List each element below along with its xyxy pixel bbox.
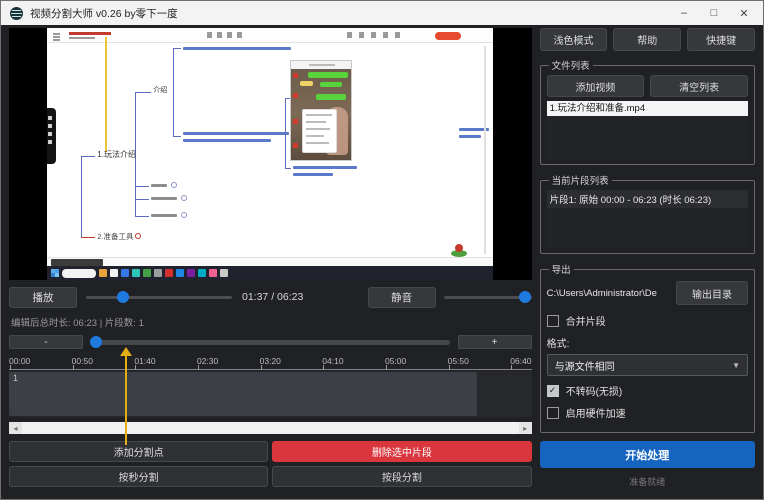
hw-accel-checkbox[interactable] [547,407,559,419]
video-highlight-line [105,37,107,152]
volume-slider[interactable] [444,287,532,307]
ruler-tick: 02:30 [197,354,218,369]
window-title: 视频分割大师 v0.26 by零下一度 [30,6,178,21]
progress-slider-handle[interactable] [117,291,129,303]
format-selected-value: 与源文件相同 [555,358,615,373]
maximize-button[interactable]: □ [699,2,729,24]
format-label: 格式: [547,335,748,350]
ruler-tick: 05:50 [448,354,469,369]
timeline-segment-1[interactable]: 1 [9,372,477,416]
timeline-zoom-slider[interactable] [91,335,450,349]
video-windows-taskbar [47,266,493,280]
ruler-tick: 00:50 [72,354,93,369]
minimize-button[interactable]: – [669,2,699,24]
add-split-point-button[interactable]: 添加分割点 [9,441,268,462]
segment-list-item[interactable]: 片段1: 原始 00:00 - 06:23 (时长 06:23) [547,190,748,208]
no-transcode-label: 不转码(无损) [566,383,623,398]
ruler-tick: 05:00 [385,354,406,369]
video-start-icon [51,269,59,277]
video-side-tab [47,108,56,164]
video-frame: 1.玩法介绍 2.准备工具 介绍 [47,28,493,280]
mindmap-node-1: 1.玩法介绍 [97,150,136,159]
merge-segments-checkbox[interactable] [547,315,559,327]
scrollbar-right-arrow[interactable]: ▸ [519,422,532,434]
delete-segment-button[interactable]: 删除选中片段 [272,441,531,462]
progress-slider[interactable] [86,287,232,307]
video-mindmap-toolbar [47,28,493,43]
no-transcode-checkbox[interactable]: ✓ [547,385,559,397]
format-select[interactable]: 与源文件相同 ▼ [547,354,748,376]
ruler-tick: 06:40 [510,354,531,369]
time-display: 01:37 / 06:23 [232,291,368,303]
app-window: 视频分割大师 v0.26 by零下一度 – □ ✕ [0,0,764,500]
mindmap-node-2: 2.准备工具 [97,232,133,241]
file-list-item[interactable]: 1.玩法介绍和准备.mp4 [547,101,748,116]
export-title: 导出 [549,262,574,276]
split-by-seconds-button[interactable]: 按秒分割 [9,466,268,487]
video-app-statusbar [47,257,493,266]
timeline-ruler: 00:00 00:50 01:40 02:30 03:20 04:10 05:0… [9,354,532,370]
timeline[interactable]: 00:00 00:50 01:40 02:30 03:20 04:10 05:0… [9,354,532,434]
mindmap-node-intro: 介绍 [153,86,167,95]
ruler-tick: 00:00 [9,354,30,369]
output-dir-button[interactable]: 输出目录 [676,281,748,305]
zoom-in-button[interactable]: + [458,335,532,349]
output-path: C:\Users\Administrator\De [547,288,670,299]
file-list-title: 文件列表 [549,58,593,72]
video-toolbar-cta-button [435,32,461,40]
zoom-slider-handle[interactable] [90,336,102,348]
timeline-scrollbar[interactable]: ◂ ▸ [9,422,532,434]
video-phone-screenshot [290,60,352,161]
add-video-button[interactable]: 添加视频 [547,75,645,97]
segment-list-group: 当前片段列表 片段1: 原始 00:00 - 06:23 (时长 06:23) [540,173,755,254]
app-icon [10,7,23,20]
shortcuts-button[interactable]: 快捷键 [687,28,755,51]
file-list-group: 文件列表 添加视频 清空列表 1.玩法介绍和准备.mp4 [540,58,755,165]
segment-list-title: 当前片段列表 [549,173,612,187]
start-processing-button[interactable]: 开始处理 [540,441,755,468]
file-list[interactable]: 1.玩法介绍和准备.mp4 [547,101,748,159]
scrollbar-left-arrow[interactable]: ◂ [9,422,22,434]
export-group: 导出 C:\Users\Administrator\De 输出目录 合并片段 格… [540,262,755,433]
timeline-track[interactable]: 1 [9,371,532,417]
status-text: 准备就绪 [540,475,755,488]
split-by-segments-button[interactable]: 按段分割 [272,466,531,487]
edit-summary: 编辑后总时长: 06:23 | 片段数: 1 [11,315,532,329]
light-mode-button[interactable]: 浅色模式 [540,28,608,51]
merge-segments-label: 合并片段 [566,313,606,328]
title-bar: 视频分割大师 v0.26 by零下一度 – □ ✕ [1,1,763,25]
ruler-tick: 03:20 [260,354,281,369]
volume-slider-handle[interactable] [519,291,531,303]
zoom-out-button[interactable]: - [9,335,83,349]
ruler-tick: 01:40 [134,354,155,369]
video-preview[interactable]: 1.玩法介绍 2.准备工具 介绍 [9,28,532,280]
mute-button[interactable]: 静音 [368,287,436,308]
segment-list[interactable]: 片段1: 原始 00:00 - 06:23 (时长 06:23) [547,190,748,248]
hw-accel-label: 启用硬件加速 [566,405,626,420]
play-button[interactable]: 播放 [9,287,77,308]
help-button[interactable]: 帮助 [613,28,681,51]
clear-list-button[interactable]: 清空列表 [650,75,748,97]
ruler-tick: 04:10 [322,354,343,369]
close-button[interactable]: ✕ [729,2,759,24]
chevron-down-icon: ▼ [732,361,740,370]
